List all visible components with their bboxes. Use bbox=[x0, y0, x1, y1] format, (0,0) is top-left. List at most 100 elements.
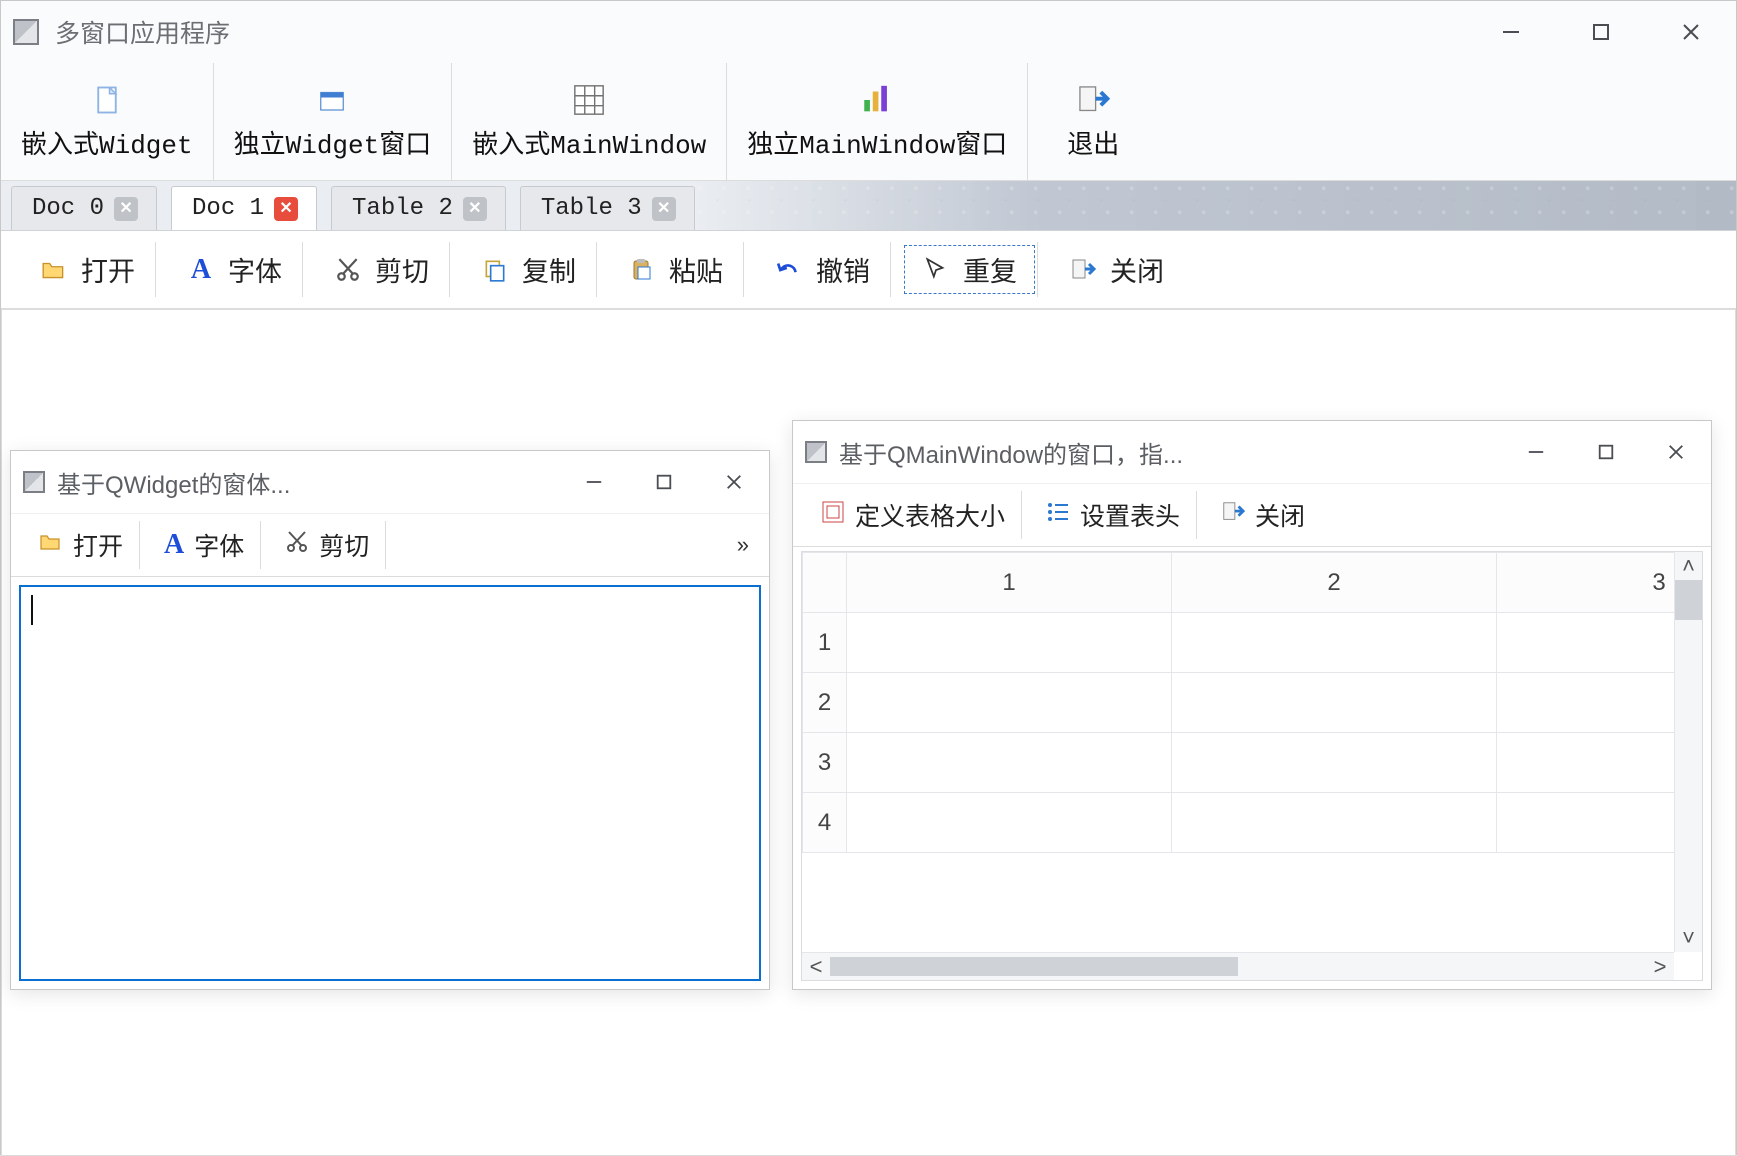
col-header[interactable]: 3 bbox=[1497, 553, 1703, 613]
cut-label: 剪切 bbox=[319, 527, 369, 563]
define-size-label: 定义表格大小 bbox=[855, 497, 1005, 533]
minimize-button[interactable] bbox=[1466, 4, 1556, 60]
paste-icon bbox=[627, 257, 657, 283]
table-row[interactable]: 3 bbox=[803, 733, 1703, 793]
exit-button[interactable]: 退出 bbox=[1028, 63, 1158, 180]
table-cell[interactable] bbox=[1172, 673, 1497, 733]
row-header[interactable]: 4 bbox=[803, 793, 847, 853]
maximize-button[interactable] bbox=[629, 457, 699, 507]
qwidget-titlebar[interactable]: 基于QWidget的窗体... bbox=[11, 451, 769, 513]
minimize-button[interactable] bbox=[1501, 427, 1571, 477]
minimize-button[interactable] bbox=[559, 457, 629, 507]
horizontal-scrollbar[interactable]: ˂ ˃ bbox=[802, 952, 1674, 980]
window-title: 多窗口应用程序 bbox=[55, 14, 230, 50]
define-table-size-button[interactable]: 定义表格大小 bbox=[805, 491, 1022, 539]
embed-mainwindow-button[interactable]: 嵌入式MainWindow bbox=[452, 63, 727, 180]
close-button[interactable]: 关闭 bbox=[1205, 491, 1321, 539]
font-label: 字体 bbox=[228, 250, 282, 289]
window-controls bbox=[1466, 4, 1736, 60]
text-editor[interactable] bbox=[19, 585, 761, 981]
table-cell[interactable] bbox=[1497, 733, 1703, 793]
tab-close-icon[interactable]: ✕ bbox=[652, 197, 676, 221]
copy-button[interactable]: 复制 bbox=[460, 242, 597, 297]
cut-button[interactable]: 剪切 bbox=[269, 521, 386, 569]
qwidget-window[interactable]: 基于QWidget的窗体... 打开 A 字体 剪切 bbox=[10, 450, 770, 990]
scissors-icon bbox=[285, 530, 309, 561]
table-cell[interactable] bbox=[847, 613, 1172, 673]
close-label: 关闭 bbox=[1110, 250, 1164, 289]
float-widget-button[interactable]: 独立Widget窗口 bbox=[214, 63, 453, 180]
exit-icon bbox=[1221, 500, 1245, 531]
font-button[interactable]: A 字体 bbox=[166, 242, 303, 297]
scroll-up-icon[interactable]: ˄ bbox=[1675, 552, 1702, 580]
scroll-down-icon[interactable]: ˅ bbox=[1675, 924, 1702, 952]
table-row[interactable]: 1 bbox=[803, 613, 1703, 673]
main-window: 多窗口应用程序 嵌入式Widget 独立Widget窗口 嵌入式MainWind… bbox=[0, 0, 1737, 1155]
scroll-thumb[interactable] bbox=[1675, 580, 1702, 620]
tab-table-2[interactable]: Table 2 ✕ bbox=[331, 186, 506, 230]
table-row[interactable]: 2 bbox=[803, 673, 1703, 733]
font-icon: A bbox=[164, 529, 184, 561]
col-header[interactable]: 1 bbox=[847, 553, 1172, 613]
col-header[interactable]: 2 bbox=[1172, 553, 1497, 613]
close-window-button[interactable] bbox=[1646, 4, 1736, 60]
copy-label: 复制 bbox=[522, 250, 576, 289]
row-header[interactable]: 1 bbox=[803, 613, 847, 673]
set-header-button[interactable]: 设置表头 bbox=[1030, 491, 1197, 539]
table-cell[interactable] bbox=[847, 793, 1172, 853]
font-icon: A bbox=[186, 254, 216, 286]
titlebar[interactable]: 多窗口应用程序 bbox=[1, 1, 1736, 63]
close-button[interactable]: 关闭 bbox=[1048, 242, 1184, 297]
redo-label: 重复 bbox=[963, 250, 1017, 289]
table-cell[interactable] bbox=[847, 733, 1172, 793]
table-cell[interactable] bbox=[1497, 613, 1703, 673]
cut-button[interactable]: 剪切 bbox=[313, 242, 450, 297]
tab-close-icon[interactable]: ✕ bbox=[463, 197, 487, 221]
folder-open-icon bbox=[39, 530, 63, 561]
float-mainwindow-label: 独立MainWindow窗口 bbox=[747, 124, 1007, 161]
vertical-scrollbar[interactable]: ˄ ˅ bbox=[1674, 552, 1702, 952]
scroll-right-icon[interactable]: ˃ bbox=[1646, 953, 1674, 980]
close-window-button[interactable] bbox=[699, 457, 769, 507]
scroll-left-icon[interactable]: ˂ bbox=[802, 953, 830, 980]
embed-widget-button[interactable]: 嵌入式Widget bbox=[1, 63, 214, 180]
font-button[interactable]: A 字体 bbox=[148, 521, 261, 569]
open-button[interactable]: 打开 bbox=[19, 242, 156, 297]
table-row[interactable]: 4 bbox=[803, 793, 1703, 853]
float-widget-label: 独立Widget窗口 bbox=[234, 124, 432, 161]
chart-icon bbox=[860, 80, 894, 120]
tab-bar: Doc 0 ✕ Doc 1 ✕ Table 2 ✕ Table 3 ✕ bbox=[1, 181, 1736, 231]
tab-doc-0[interactable]: Doc 0 ✕ bbox=[11, 186, 157, 230]
scroll-thumb[interactable] bbox=[830, 957, 1238, 976]
tab-close-icon[interactable]: ✕ bbox=[274, 197, 298, 221]
table-cell[interactable] bbox=[847, 673, 1172, 733]
table-cell[interactable] bbox=[1497, 673, 1703, 733]
corner-cell[interactable] bbox=[803, 553, 847, 613]
row-header[interactable]: 2 bbox=[803, 673, 847, 733]
scissors-icon bbox=[333, 257, 363, 283]
exit-label: 退出 bbox=[1067, 124, 1119, 161]
table-cell[interactable] bbox=[1172, 793, 1497, 853]
open-label: 打开 bbox=[81, 250, 135, 289]
list-icon bbox=[1046, 500, 1070, 531]
table-cell[interactable] bbox=[1172, 733, 1497, 793]
tab-table-3[interactable]: Table 3 ✕ bbox=[520, 186, 695, 230]
font-label: 字体 bbox=[194, 527, 244, 563]
qmainwindow-table-window[interactable]: 基于QMainWindow的窗口，指... 定义表格大小 设置表头 关闭 bbox=[792, 420, 1712, 990]
overflow-button[interactable]: » bbox=[729, 532, 757, 558]
tab-close-icon[interactable]: ✕ bbox=[114, 197, 138, 221]
float-mainwindow-button[interactable]: 独立MainWindow窗口 bbox=[727, 63, 1028, 180]
tab-doc-1[interactable]: Doc 1 ✕ bbox=[171, 186, 317, 230]
table-cell[interactable] bbox=[1172, 613, 1497, 673]
table-cell[interactable] bbox=[1497, 793, 1703, 853]
maximize-button[interactable] bbox=[1571, 427, 1641, 477]
paste-button[interactable]: 粘贴 bbox=[607, 242, 744, 297]
qmainwindow-titlebar[interactable]: 基于QMainWindow的窗口，指... bbox=[793, 421, 1711, 483]
undo-button[interactable]: 撤销 bbox=[754, 242, 891, 297]
data-table[interactable]: 1 2 3 1 2 bbox=[802, 552, 1702, 853]
redo-button[interactable]: 重复 bbox=[901, 242, 1038, 297]
maximize-button[interactable] bbox=[1556, 4, 1646, 60]
close-window-button[interactable] bbox=[1641, 427, 1711, 477]
row-header[interactable]: 3 bbox=[803, 733, 847, 793]
open-button[interactable]: 打开 bbox=[23, 521, 140, 569]
